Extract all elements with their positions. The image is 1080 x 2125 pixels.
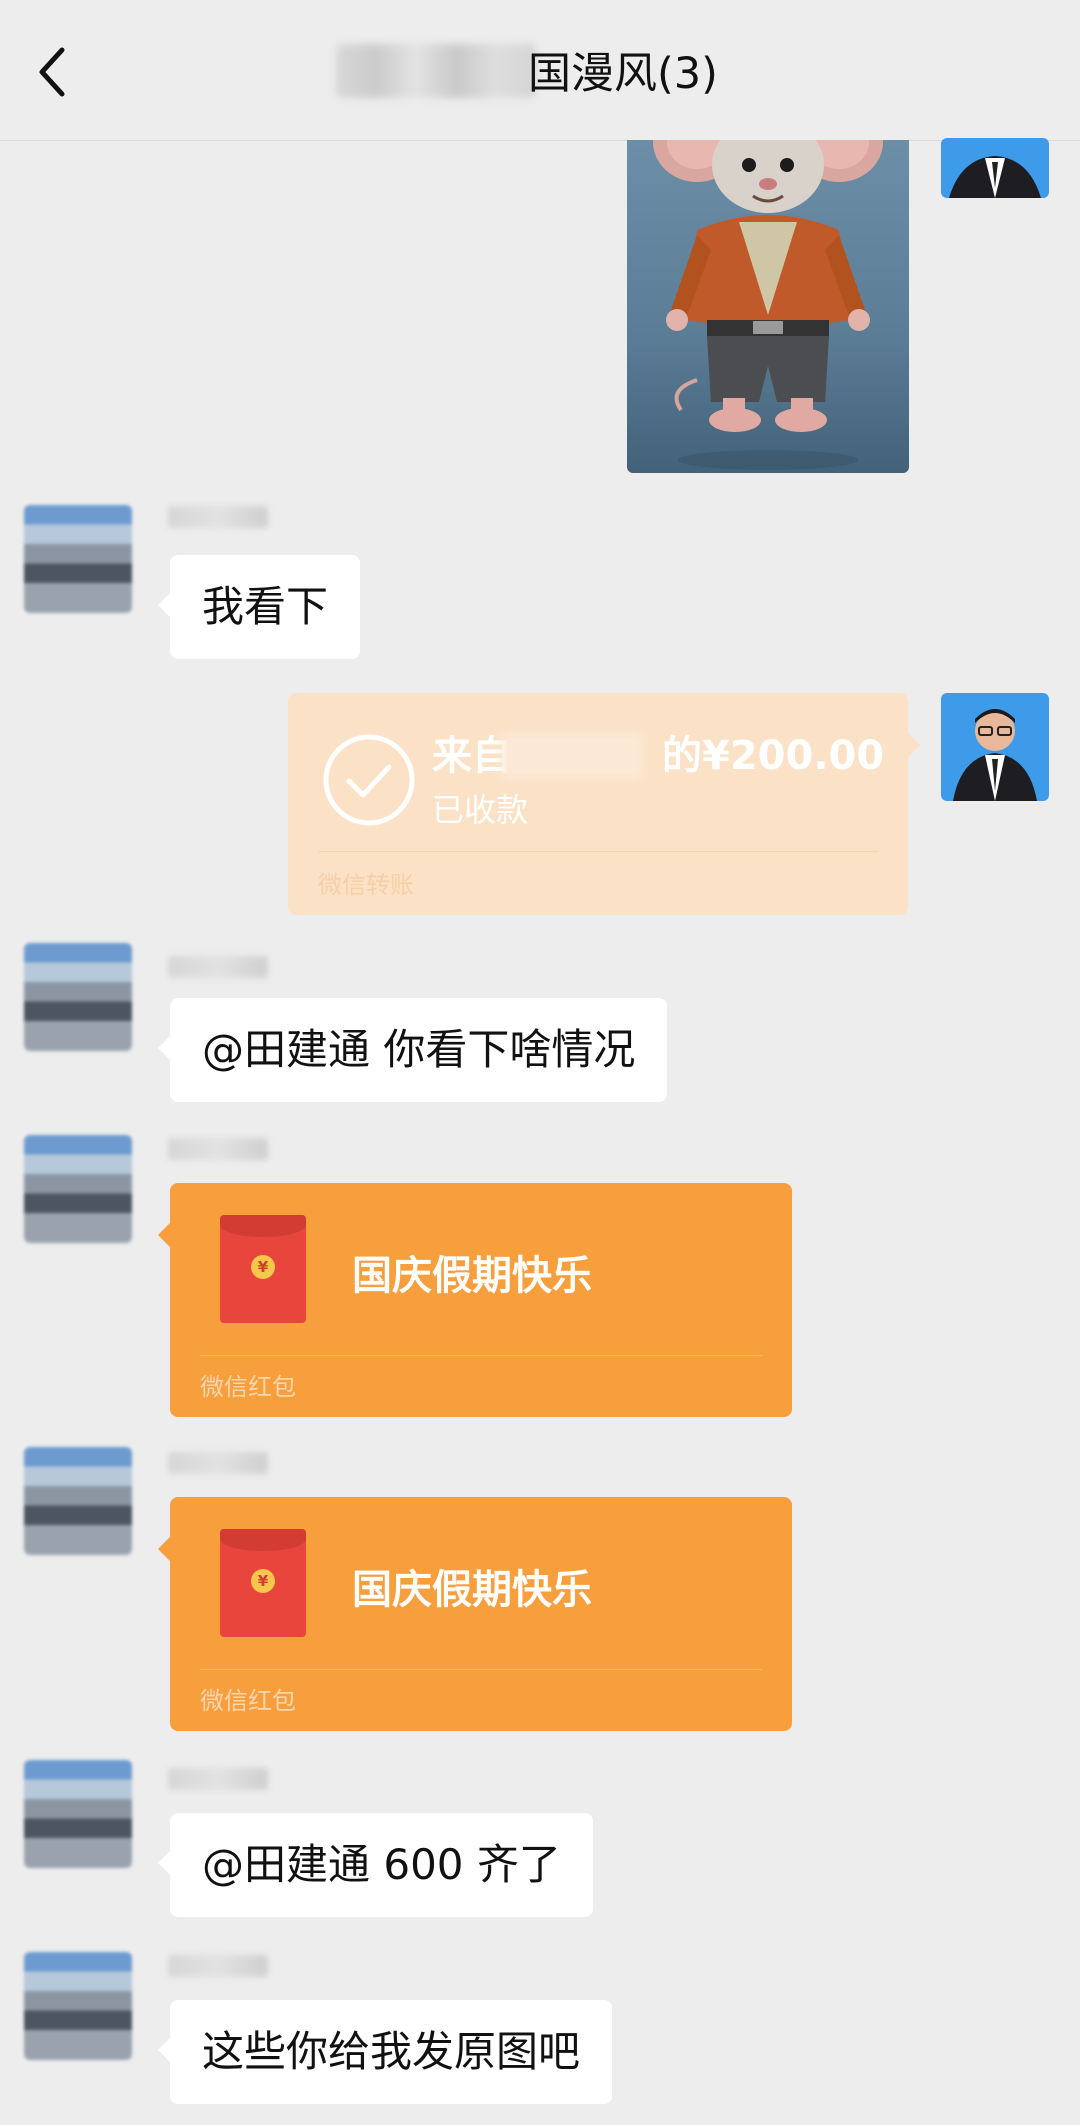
text-message-bubble[interactable]: @田建通 600 齐了 <box>158 1813 593 1917</box>
person-in-suit-icon <box>953 709 1037 801</box>
sender-avatar[interactable] <box>24 1135 132 1243</box>
transfer-amount: 来自 的¥200.00 <box>432 733 885 779</box>
coin-icon: ¥ <box>251 1569 275 1593</box>
red-packet-greeting: 国庆假期快乐 <box>352 1567 592 1613</box>
blurred-sender-name <box>502 733 642 779</box>
sender-avatar[interactable] <box>24 1952 132 2060</box>
red-envelope-icon: ¥ <box>220 1215 306 1323</box>
divider <box>318 851 878 852</box>
text-message-bubble[interactable]: 我看下 <box>157 555 361 659</box>
text-message-bubble[interactable]: 这些你给我发原图吧 <box>157 2000 613 2104</box>
transfer-message[interactable]: 来自 的¥200.00 已收款 微信转账 <box>288 693 920 915</box>
text-message-bubble[interactable]: @田建通 你看下啥情况 <box>157 998 668 1102</box>
image-message[interactable] <box>627 140 909 473</box>
coin-icon: ¥ <box>251 1255 275 1279</box>
transfer-status: 已收款 <box>432 791 529 829</box>
sender-avatar[interactable] <box>24 505 132 613</box>
sender-name-blurred <box>168 1452 268 1474</box>
message-text: @田建通 你看下啥情况 <box>202 1025 636 1074</box>
blurred-group-name <box>336 44 536 98</box>
divider <box>200 1355 762 1356</box>
person-in-suit-icon <box>949 156 1041 198</box>
red-packet-greeting: 国庆假期快乐 <box>352 1253 592 1299</box>
sender-avatar[interactable] <box>24 943 132 1051</box>
sender-name-blurred <box>168 956 268 978</box>
red-packet-message[interactable]: ¥ 国庆假期快乐 微信红包 <box>158 1497 792 1731</box>
sender-name-blurred <box>168 1138 268 1160</box>
red-packet-source-label: 微信红包 <box>200 1687 296 1715</box>
divider <box>200 1669 762 1670</box>
sender-avatar[interactable] <box>24 1760 132 1868</box>
mouse-character-image <box>653 140 883 470</box>
chat-title: 国漫风(3) <box>528 49 718 99</box>
sender-name-blurred <box>168 506 268 528</box>
self-avatar[interactable] <box>941 693 1049 801</box>
message-text: @田建通 600 齐了 <box>202 1840 561 1889</box>
red-packet-source-label: 微信红包 <box>200 1373 296 1401</box>
transfer-source-label: 微信转账 <box>318 871 414 899</box>
sender-name-blurred <box>168 1768 268 1790</box>
red-packet-message[interactable]: ¥ 国庆假期快乐 微信红包 <box>158 1183 792 1417</box>
sender-avatar[interactable] <box>24 1447 132 1555</box>
sender-name-blurred <box>168 1955 268 1977</box>
chat-header: 国漫风(3) <box>0 0 1080 141</box>
red-envelope-icon: ¥ <box>220 1529 306 1637</box>
back-arrow-icon[interactable] <box>30 42 80 102</box>
message-text: 我看下 <box>202 582 329 631</box>
self-avatar[interactable] <box>941 138 1049 198</box>
check-circle-icon <box>323 734 415 826</box>
message-text: 这些你给我发原图吧 <box>202 2027 581 2076</box>
